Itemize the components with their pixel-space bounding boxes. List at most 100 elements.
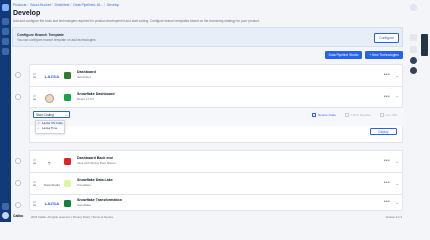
more-options-icon[interactable]: ••• <box>384 159 390 164</box>
technology-card[interactable]: LAZSA Snowflake Transformation Snowflake… <box>29 194 403 211</box>
help-icon[interactable] <box>2 203 9 210</box>
drag-handle-icon[interactable] <box>33 159 36 164</box>
deploy-button[interactable]: Deploy <box>370 128 397 135</box>
panel-tool-icon[interactable] <box>410 46 417 53</box>
right-toolbar <box>404 0 420 222</box>
jenkins-logo-icon <box>45 94 54 103</box>
more-options-icon[interactable]: ••• <box>384 200 390 205</box>
branch-template-subtitle: You can configure branch template on add… <box>17 38 96 42</box>
start-coding-select[interactable]: Start Coding ⌄ <box>33 111 70 118</box>
assistant-icon[interactable] <box>410 67 417 74</box>
drag-handle-icon[interactable] <box>33 201 36 206</box>
breadcrumb-products[interactable]: Products <box>13 3 26 7</box>
card-name: Snowflake Transformation <box>77 198 122 202</box>
technology-card[interactable]: ☕ Dashboard Back end Java with Spring Bo… <box>29 150 403 173</box>
technology-card[interactable]: LAZSA Dashboard dell-dinkut ••• ⌄ <box>29 64 403 87</box>
data-studio-logo: Data Studio <box>44 182 60 187</box>
card-subtitle: Snowflake <box>77 183 91 187</box>
option-label: Lazsa VS Code <box>42 121 63 125</box>
option-label: Lazsa Time <box>42 126 58 130</box>
footer-links[interactable]: 2023 Calibo. All rights reserved. | Priv… <box>31 215 113 219</box>
caret-down-icon: ⌄ <box>64 113 68 117</box>
chevron-down-icon[interactable]: ⌄ <box>396 159 399 164</box>
data-pipeline-studio-button[interactable]: Data Pipeline Studio <box>325 51 362 59</box>
breadcrumb-product[interactable]: Dinkhitest <box>55 3 70 7</box>
tab-ci-cd-pipeline[interactable]: CI/CD Pipeline <box>344 112 371 118</box>
breadcrumb-pipelines[interactable]: Data Pipelines-16... <box>73 3 103 7</box>
tab-label: Source Code <box>317 113 336 117</box>
chevron-up-icon[interactable]: ⌃ <box>396 95 399 100</box>
card-select-icon[interactable] <box>15 94 21 100</box>
dropdown-option[interactable]: ▪ Lazsa Time <box>36 126 64 131</box>
drag-handle-icon[interactable] <box>33 181 36 186</box>
configure-button[interactable]: Configure <box>374 33 399 43</box>
tab-label: CI/CD Pipeline <box>350 113 371 117</box>
card-select-icon[interactable] <box>15 202 21 208</box>
footer-brand: Calibo <box>13 214 24 218</box>
panel-tabs: Source Code CI/CD Pipeline Live URL <box>303 112 398 118</box>
card-name: Dashboard <box>77 70 96 74</box>
technology-card[interactable]: Snowflake Dashboard React 17.0.2 ••• ⌃ <box>29 86 403 107</box>
tech-stack-icon <box>64 72 71 79</box>
chat-icon[interactable] <box>410 57 417 64</box>
version-label: Version 3.1.3 <box>385 215 402 219</box>
card-subtitle: React 17.0.2 <box>77 97 95 101</box>
settings-icon[interactable] <box>2 48 9 55</box>
more-options-icon[interactable]: ••• <box>384 73 390 78</box>
select-value: Start Coding <box>36 113 54 117</box>
new-technologies-button[interactable]: + New Technologies <box>365 51 403 59</box>
ide-dropdown: ✓ Lazsa VS Code ▪ Lazsa Time <box>35 120 65 134</box>
java-logo-icon: ☕ <box>47 160 52 165</box>
app-logo-icon[interactable] <box>2 4 9 11</box>
notification-icon[interactable] <box>410 4 417 11</box>
more-options-icon[interactable]: ••• <box>384 95 390 100</box>
home-icon[interactable] <box>2 18 9 25</box>
more-options-icon[interactable]: ••• <box>384 181 390 186</box>
code-icon <box>312 113 317 117</box>
chevron-down-icon[interactable]: ⌄ <box>396 200 399 205</box>
tech-stack-icon <box>64 94 71 101</box>
footer: Calibo 2023 Calibo. All rights reserved.… <box>11 212 404 222</box>
breadcrumb-bucket[interactable]: Saura Bucket <box>30 3 50 7</box>
card-select-icon[interactable] <box>15 180 21 186</box>
card-select-icon[interactable] <box>15 72 21 78</box>
card-subtitle: Snowflake <box>77 203 91 207</box>
expanded-card-panel: Start Coding ⌄ ✓ Lazsa VS Code ▪ Lazsa Tim… <box>29 107 404 143</box>
tech-stack-icon <box>64 180 71 187</box>
link-icon <box>379 113 384 117</box>
drag-handle-icon[interactable] <box>33 73 36 78</box>
breadcrumb-current: Develop <box>106 3 120 7</box>
page-title: Develop <box>13 10 41 17</box>
card-subtitle: Java with Spring Boot Maven <box>77 161 116 165</box>
card-name: Snowflake Dashboard <box>77 92 115 96</box>
products-icon[interactable] <box>2 28 9 35</box>
page-subtitle: Add and configure the tools and technolo… <box>13 19 260 23</box>
pipeline-icon <box>344 113 349 117</box>
tab-source-code[interactable]: Source Code <box>312 112 336 118</box>
chevron-down-icon[interactable]: ⌄ <box>396 181 399 186</box>
breadcrumb: Products/ Saura Bucket/ Dinkhitest/ Data… <box>13 3 120 7</box>
catalog-icon[interactable] <box>2 38 9 45</box>
branch-template-panel: Configure Branch Template You can config… <box>12 27 403 47</box>
tab-label: Live URL <box>385 113 398 117</box>
drag-handle-icon[interactable] <box>33 95 36 100</box>
technology-card[interactable]: Data Studio Snowflake Data Lake Snowflak… <box>29 172 403 195</box>
lazsa-logo: LAZSA <box>44 201 60 206</box>
tab-live-url[interactable]: Live URL <box>379 112 398 118</box>
left-navigation-bar <box>0 0 11 222</box>
chevron-down-icon[interactable]: ⌄ <box>396 73 399 78</box>
drawer-toggle-tab[interactable] <box>421 34 428 56</box>
card-select-icon[interactable] <box>15 158 21 164</box>
card-subtitle: dell-dinkut <box>77 75 91 79</box>
main-content: Products/ Saura Bucket/ Dinkhitest/ Data… <box>11 0 404 222</box>
card-name: Dashboard Back end <box>77 156 113 160</box>
user-avatar[interactable] <box>2 212 9 219</box>
panel-tool-icon[interactable] <box>410 34 417 41</box>
side-drawer <box>420 0 430 222</box>
tech-stack-icon <box>64 158 71 165</box>
branch-template-title: Configure Branch Template <box>17 33 64 37</box>
tech-stack-icon <box>64 200 71 207</box>
card-name: Snowflake Data Lake <box>77 178 113 182</box>
ide-icon: ▪ <box>37 126 39 130</box>
lazsa-logo: LAZSA <box>44 74 60 79</box>
